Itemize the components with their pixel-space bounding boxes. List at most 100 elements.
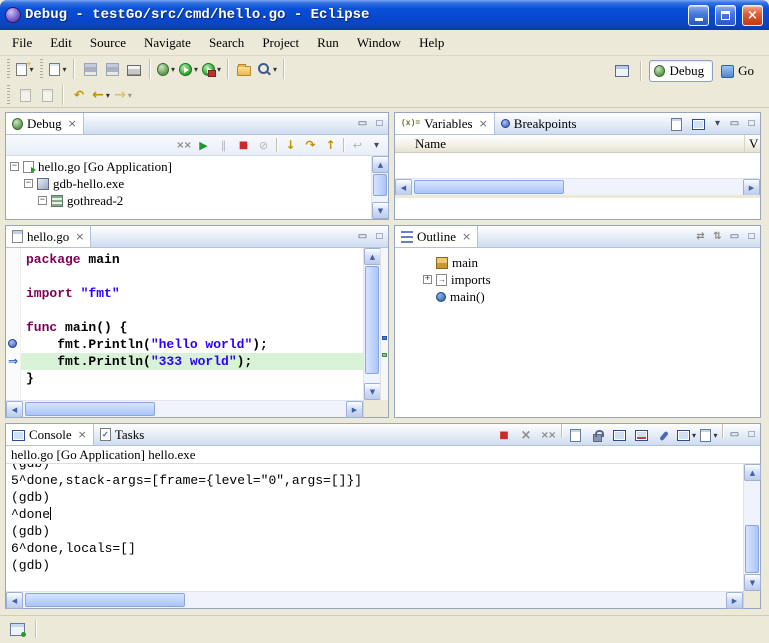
window-titlebar[interactable]: Debug - testGo/src/cmd/hello.go - Eclips… [0,0,769,30]
debug-tree-row[interactable]: −gdb-hello.exe [6,175,371,192]
print-button[interactable] [123,58,145,80]
outline-view-minimize-button[interactable]: ▭ [726,226,743,247]
open-resource-button[interactable] [233,58,255,80]
tree-expander-icon[interactable]: − [38,196,47,205]
code-line[interactable] [21,268,363,285]
search-button[interactable]: ▾ [255,58,279,80]
debug-view-maximize-button[interactable]: □ [371,113,388,134]
menu-item-window[interactable]: Window [348,32,410,54]
scrollbar-thumb[interactable] [25,402,155,416]
breakpoint-icon[interactable] [8,339,17,348]
code-line[interactable]: fmt.Println("333 world"); [21,353,363,370]
new-wizard-button[interactable]: +▾ [14,58,36,80]
close-tab-icon[interactable]: × [462,231,471,242]
remove-terminated-button[interactable]: ×× [174,136,193,154]
forward-button[interactable]: →▾ [112,84,134,106]
toolbar-drag-handle[interactable] [7,85,10,105]
outline-tab[interactable]: Outline × [395,226,478,247]
last-edit-location-button[interactable]: ↶ [68,84,90,106]
show-type-names-button[interactable] [665,113,687,135]
disconnect-button[interactable]: ⊘ [254,136,273,154]
scroll-right-icon[interactable]: ▶ [743,179,760,196]
scrollbar-track[interactable] [744,481,760,574]
code-line[interactable] [21,302,363,319]
run-dropdown-button[interactable]: ▾ [177,58,200,80]
close-tab-icon[interactable]: × [68,118,77,129]
editor-annotation-ruler[interactable]: ⇒ [6,248,21,400]
editor-horizontal-scrollbar[interactable]: ◀ ▶ [6,400,363,417]
open-perspective-button[interactable] [611,60,633,82]
scroll-left-icon[interactable]: ◀ [395,179,412,196]
link-with-editor-button[interactable]: ⇄ [692,226,709,247]
editor-tab-hello-go[interactable]: hello.go × [6,226,91,247]
console-terminate-button[interactable]: ■ [493,424,515,446]
scroll-left-icon[interactable]: ◀ [6,401,23,418]
suspend-button[interactable]: ∥ [214,136,233,154]
scroll-left-icon[interactable]: ◀ [6,592,23,609]
tree-expander-icon[interactable]: + [423,275,432,284]
console-minimize-button[interactable]: ▭ [726,424,743,445]
debug-tab[interactable]: Debug × [6,113,84,134]
scrollbar-track[interactable] [364,265,380,383]
previous-annotation-button[interactable] [36,84,58,106]
scrollbar-track[interactable] [23,401,346,417]
outline-item[interactable]: +main [419,254,760,271]
variables-column-header[interactable]: Name V [395,135,760,153]
outline-view-maximize-button[interactable]: □ [743,226,760,247]
scrollbar-track[interactable] [372,173,388,202]
show-stderr-button[interactable] [631,424,653,446]
menu-item-project[interactable]: Project [253,32,308,54]
variables-tab[interactable]: (x)= Variables × [395,113,495,134]
back-button[interactable]: ←▾ [90,84,112,106]
console-maximize-button[interactable]: □ [743,424,760,445]
column-header-name[interactable]: Name [395,135,745,152]
terminate-button[interactable]: ■ [234,136,253,154]
scrollbar-track[interactable] [23,592,726,608]
scrollbar-thumb[interactable] [745,525,759,573]
step-over-button[interactable]: ↷ [301,136,320,154]
window-minimize-button[interactable] [688,5,709,26]
open-console-button[interactable]: ▾ [698,424,720,446]
close-tab-icon[interactable]: × [75,231,84,242]
close-tab-icon[interactable]: × [479,118,488,129]
remove-launch-button[interactable]: × [515,424,537,446]
code-line[interactable]: fmt.Println("hello world"); [21,336,363,353]
variables-view-maximize-button[interactable]: □ [743,113,760,134]
scroll-up-icon[interactable]: ▲ [372,156,389,173]
next-annotation-button[interactable] [14,84,36,106]
save-all-button[interactable] [101,58,123,80]
tree-expander-icon[interactable]: − [10,162,19,171]
debug-tree-row[interactable]: −hello.go [Go Application] [6,158,371,175]
scrollbar-thumb[interactable] [365,266,379,374]
step-return-button[interactable]: ↑ [321,136,340,154]
variables-horizontal-scrollbar[interactable]: ◀ ▶ [395,178,760,195]
editor-maximize-button[interactable]: □ [371,226,388,247]
window-close-button[interactable]: × [742,5,763,26]
perspective-debug-button[interactable]: Debug [649,60,713,82]
fast-view-button[interactable] [6,618,28,640]
variables-view-menu-button[interactable]: ▾ [709,113,726,134]
drop-to-frame-button[interactable]: ↩ [348,136,367,154]
console-horizontal-scrollbar[interactable]: ◀ ▶ [6,591,743,608]
outline-item[interactable]: +main() [419,288,760,305]
outline-item[interactable]: +imports [419,271,760,288]
variables-detail-pane[interactable] [395,198,760,219]
menu-item-file[interactable]: File [3,32,41,54]
scrollbar-thumb[interactable] [414,180,564,194]
resume-button[interactable]: ▶ [194,136,213,154]
debug-view-menu-button[interactable]: ▾ [368,140,385,151]
scroll-lock-button[interactable] [587,424,609,446]
scroll-right-icon[interactable]: ▶ [346,401,363,418]
menu-item-navigate[interactable]: Navigate [135,32,200,54]
window-maximize-button[interactable] [715,5,736,26]
new-go-element-button[interactable]: ▾ [47,58,69,80]
editor-overview-ruler[interactable] [380,248,388,400]
menu-item-run[interactable]: Run [308,32,348,54]
editor-minimize-button[interactable]: ▭ [354,226,371,247]
console-tab[interactable]: Console × [6,424,94,445]
console-output[interactable]: (gdb)5^done,stack-args=[frame={level="0"… [6,464,743,591]
remove-all-launches-button[interactable]: ×× [537,424,559,446]
debug-dropdown-button[interactable]: ▾ [155,58,177,80]
overview-breakpoint-mark[interactable] [382,336,387,340]
code-editor[interactable]: package main import "fmt" func main() { … [21,248,363,400]
